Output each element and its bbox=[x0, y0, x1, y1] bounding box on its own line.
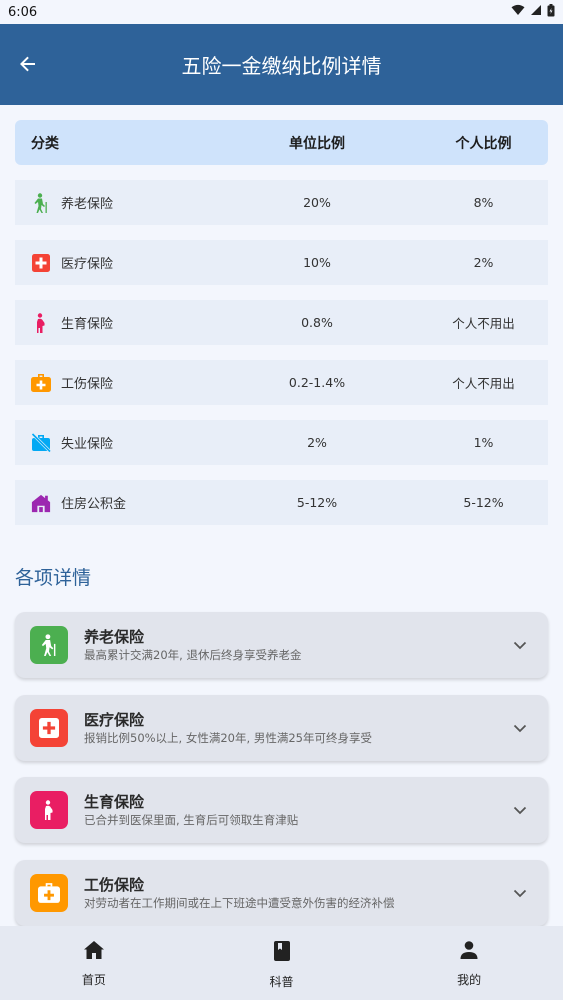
row-name: 失业保险 bbox=[61, 437, 114, 452]
table-row: 医疗保险 10% 2% bbox=[15, 240, 548, 285]
battery-icon bbox=[547, 3, 555, 21]
medical-kit-icon bbox=[31, 373, 51, 393]
row-name: 养老保险 bbox=[61, 197, 114, 212]
chevron-down-icon[interactable] bbox=[500, 806, 540, 815]
table-row: 住房公积金 5-12% 5-12% bbox=[15, 480, 548, 525]
row-unit-ratio: 10% bbox=[303, 255, 331, 270]
elderly-icon bbox=[31, 192, 51, 213]
header-category: 分类 bbox=[31, 135, 59, 152]
row-unit-ratio: 20% bbox=[303, 195, 331, 210]
row-personal-ratio: 1% bbox=[473, 435, 494, 450]
medical-cross-icon bbox=[31, 253, 51, 273]
header-personal-ratio: 个人比例 bbox=[455, 135, 512, 152]
status-time: 6:06 bbox=[8, 4, 38, 20]
card-title: 养老保险 bbox=[84, 628, 145, 646]
row-name: 生育保险 bbox=[61, 317, 114, 332]
detail-card-medical[interactable]: 医疗保险 报销比例50%以上, 女性满20年, 男性满25年可终身享受 bbox=[15, 695, 548, 761]
elderly-icon bbox=[30, 626, 68, 664]
row-personal-ratio: 8% bbox=[473, 195, 494, 210]
row-name: 住房公积金 bbox=[61, 497, 127, 512]
chevron-down-icon[interactable] bbox=[500, 724, 540, 733]
medical-cross-icon bbox=[30, 709, 68, 747]
card-subtitle: 对劳动者在工作期间或在上下班途中遭受意外伤害的经济补偿 bbox=[84, 896, 395, 910]
signal-icon bbox=[530, 4, 542, 20]
table-row: 工伤保险 0.2-1.4% 个人不用出 bbox=[15, 360, 548, 405]
row-unit-ratio: 0.2-1.4% bbox=[288, 375, 346, 390]
bottom-navigation: 首页 科普 我的 bbox=[0, 926, 563, 1000]
nav-item-science[interactable]: 科普 bbox=[188, 926, 376, 1000]
work-off-icon bbox=[31, 432, 51, 453]
nav-item-home[interactable]: 首页 bbox=[0, 926, 188, 1000]
detail-card-pension[interactable]: 养老保险 最高累计交满20年, 退休后终身享受养老金 bbox=[15, 612, 548, 678]
wifi-icon bbox=[511, 4, 525, 20]
medical-kit-icon bbox=[30, 874, 68, 912]
person-icon bbox=[460, 941, 478, 962]
row-name: 工伤保险 bbox=[61, 377, 114, 392]
table-row: 养老保险 20% 8% bbox=[15, 180, 548, 225]
nav-item-profile[interactable]: 我的 bbox=[375, 926, 563, 1000]
table-header: 分类 单位比例 个人比例 bbox=[15, 120, 548, 165]
house-icon bbox=[31, 493, 51, 513]
home-icon bbox=[83, 941, 104, 962]
row-unit-ratio: 2% bbox=[307, 435, 327, 450]
row-personal-ratio: 5-12% bbox=[463, 495, 504, 510]
nav-label: 科普 bbox=[269, 975, 294, 989]
row-unit-ratio: 5-12% bbox=[296, 495, 338, 510]
card-title: 工伤保险 bbox=[84, 876, 145, 894]
card-subtitle: 最高累计交满20年, 退休后终身享受养老金 bbox=[84, 648, 302, 662]
card-title: 生育保险 bbox=[84, 793, 145, 811]
table-row: 生育保险 0.8% 个人不用出 bbox=[15, 300, 548, 345]
row-personal-ratio: 2% bbox=[473, 255, 494, 270]
details-section-title: 各项详情 bbox=[15, 567, 92, 589]
row-unit-ratio: 0.8% bbox=[301, 315, 333, 330]
back-arrow-icon[interactable] bbox=[14, 50, 42, 78]
card-subtitle: 报销比例50%以上, 女性满20年, 男性满25年可终身享受 bbox=[84, 731, 372, 745]
card-title: 医疗保险 bbox=[84, 711, 145, 729]
detail-card-maternity[interactable]: 生育保险 已合并到医保里面, 生育后可领取生育津贴 bbox=[15, 777, 548, 843]
page-title: 五险一金缴纳比例详情 bbox=[181, 54, 382, 78]
pregnant-woman-icon bbox=[31, 312, 51, 333]
chevron-down-icon[interactable] bbox=[500, 889, 540, 898]
row-personal-ratio: 个人不用出 bbox=[452, 376, 515, 391]
app-bar: 五险一金缴纳比例详情 bbox=[0, 24, 563, 105]
chevron-down-icon[interactable] bbox=[500, 641, 540, 650]
detail-card-injury[interactable]: 工伤保险 对劳动者在工作期间或在上下班途中遭受意外伤害的经济补偿 bbox=[15, 860, 548, 926]
row-name: 医疗保险 bbox=[61, 257, 114, 272]
table-row: 失业保险 2% 1% bbox=[15, 420, 548, 465]
nav-label: 我的 bbox=[457, 973, 482, 987]
pregnant-woman-icon bbox=[30, 791, 68, 829]
card-subtitle: 已合并到医保里面, 生育后可领取生育津贴 bbox=[84, 813, 299, 827]
nav-label: 首页 bbox=[81, 973, 106, 987]
book-icon bbox=[273, 941, 290, 964]
header-unit-ratio: 单位比例 bbox=[289, 135, 345, 152]
status-bar: 6:06 bbox=[0, 0, 563, 24]
row-personal-ratio: 个人不用出 bbox=[452, 316, 515, 331]
